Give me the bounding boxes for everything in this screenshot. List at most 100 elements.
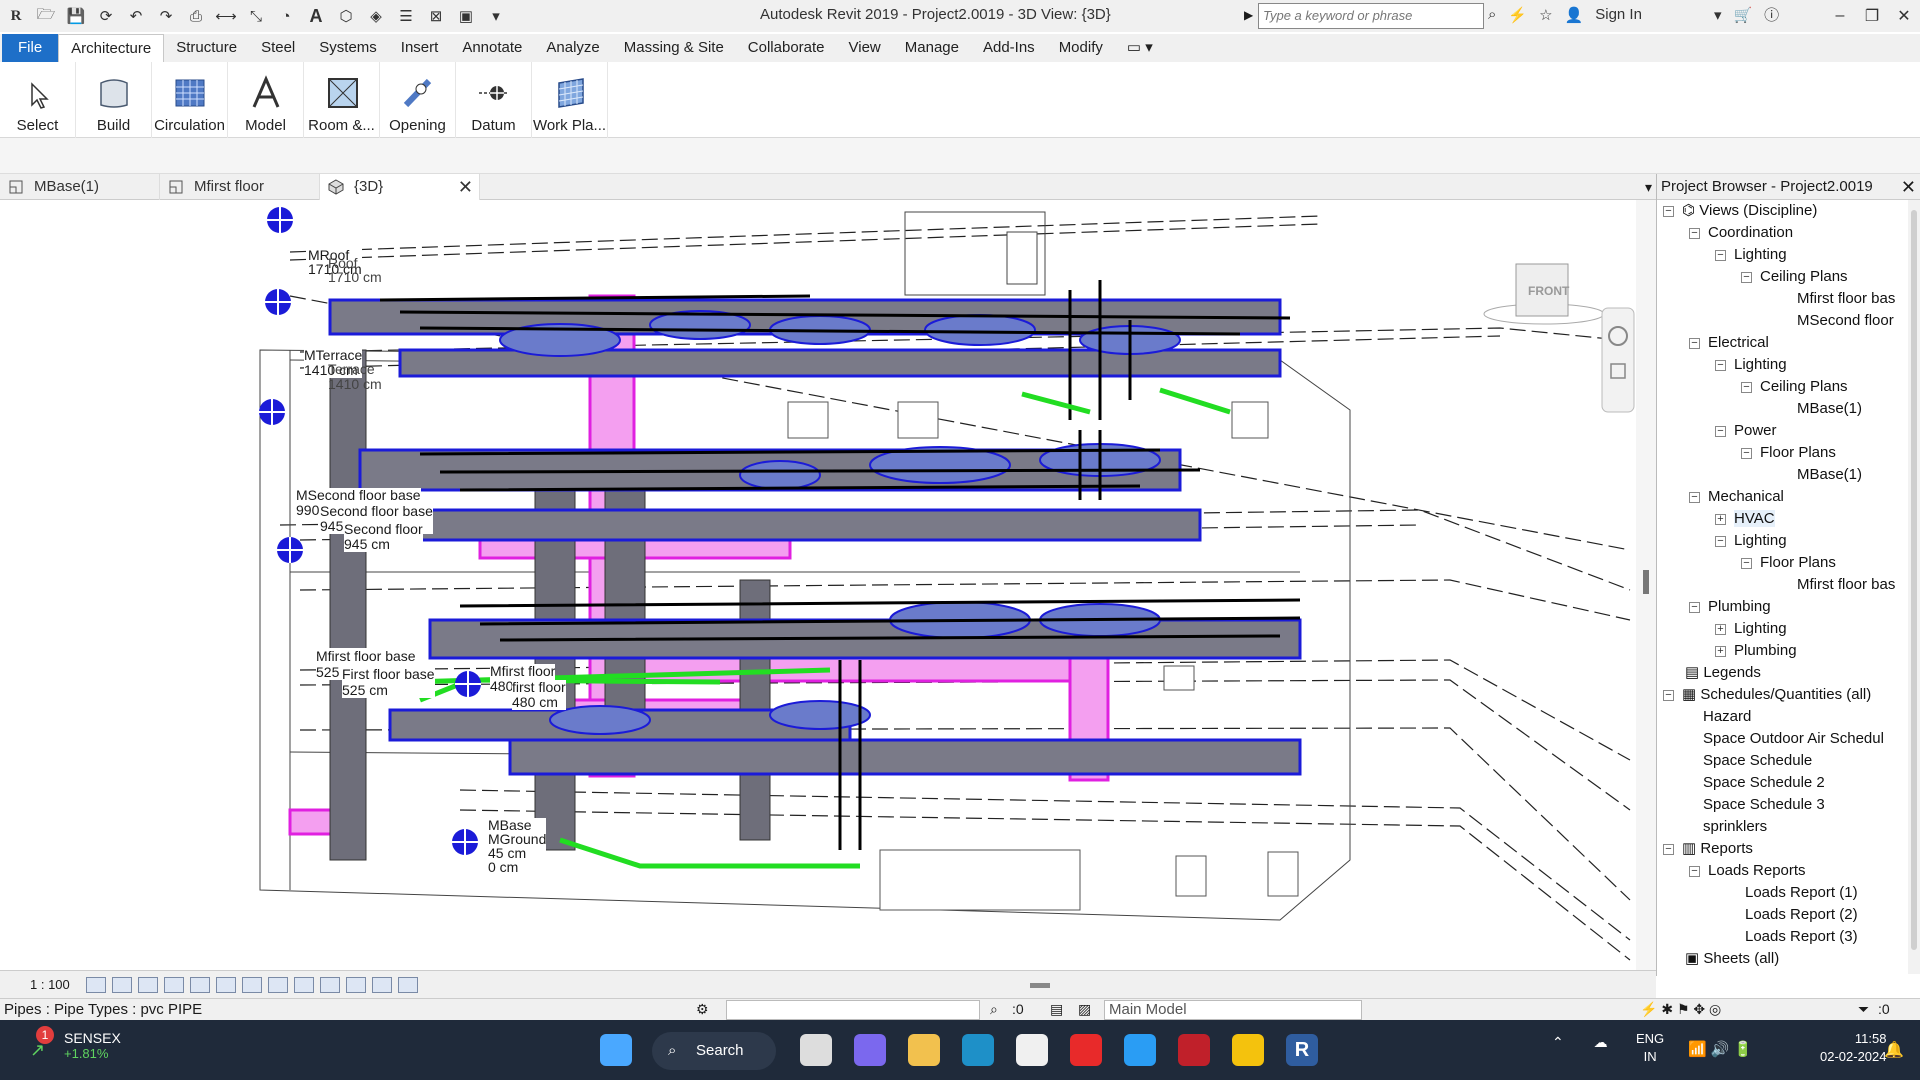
store-icon[interactable] xyxy=(1016,1034,1048,1066)
network-volume-battery-icons[interactable]: 📶 🔊 🔋 xyxy=(1688,1040,1752,1058)
edge-icon[interactable] xyxy=(962,1034,994,1066)
taskbar-search[interactable]: ⌕ Search xyxy=(652,1032,776,1070)
sun-path-icon[interactable] xyxy=(137,976,158,993)
room-area-button[interactable]: Room &... xyxy=(304,62,380,138)
tree-node-lighting[interactable]: − Lighting xyxy=(1715,244,1787,266)
tree-node-schedule[interactable]: Hazard xyxy=(1703,706,1751,728)
tree-node-hvac[interactable]: + HVAC xyxy=(1715,508,1775,530)
tab-massing-site[interactable]: Massing & Site xyxy=(612,34,736,62)
tab-file[interactable]: File xyxy=(2,34,59,62)
browser-scrollbar[interactable] xyxy=(1908,200,1920,974)
communication-icon[interactable]: ⚡ xyxy=(1508,6,1527,24)
collapse-icon[interactable]: − xyxy=(1689,865,1700,877)
lock-3d-view-icon[interactable] xyxy=(267,976,288,993)
tree-node-mechanical[interactable]: − Mechanical xyxy=(1689,486,1784,508)
collapse-icon[interactable]: − xyxy=(1741,381,1752,393)
sync-icon[interactable]: ⟳ xyxy=(96,6,116,26)
tree-node-electrical[interactable]: − Electrical xyxy=(1689,332,1769,354)
expand-arrow-icon[interactable]: ▶ xyxy=(1244,8,1253,22)
tab-analyze[interactable]: Analyze xyxy=(534,34,611,62)
tree-node-reports[interactable]: − ▥ Reports xyxy=(1663,838,1753,860)
tree-node-lighting[interactable]: − Lighting xyxy=(1715,530,1787,552)
close-browser-icon[interactable]: ✕ xyxy=(1901,174,1916,200)
render-icon[interactable] xyxy=(189,976,210,993)
tab-add-ins[interactable]: Add-Ins xyxy=(971,34,1047,62)
tree-node-view[interactable]: MBase(1) xyxy=(1797,464,1862,486)
expand-icon[interactable]: + xyxy=(1715,645,1726,657)
minimize-icon[interactable]: – xyxy=(1824,0,1856,32)
tree-node-sheets[interactable]: ▣ Sheets (all) xyxy=(1685,948,1779,970)
meet-icon[interactable] xyxy=(854,1034,886,1066)
notifications-bell-icon[interactable]: 🔔 xyxy=(1884,1040,1904,1060)
tree-node-coordination[interactable]: − Coordination xyxy=(1689,222,1793,244)
selection-toggle-icons[interactable]: ⚡ ✱ ⚑ ✥ ◎ xyxy=(1640,1001,1721,1018)
thin-lines-icon[interactable]: ☰ xyxy=(396,6,416,26)
collapse-icon[interactable]: − xyxy=(1689,491,1700,503)
sign-in-link[interactable]: Sign In xyxy=(1595,6,1642,23)
tree-node-schedule[interactable]: sprinklers xyxy=(1703,816,1767,838)
tag-icon[interactable]: ◔ xyxy=(276,6,296,26)
tree-node-legends[interactable]: ▤ Legends xyxy=(1685,662,1761,684)
editable-only-icon[interactable]: ▤ xyxy=(1050,1001,1063,1018)
collapse-icon[interactable]: − xyxy=(1689,601,1700,613)
mcafee-icon[interactable] xyxy=(1178,1034,1210,1066)
scroll-thumb[interactable] xyxy=(1643,570,1649,594)
tab-structure[interactable]: Structure xyxy=(164,34,249,62)
canvas-horizontal-scroll-thumb[interactable] xyxy=(1030,983,1050,988)
opening-button[interactable]: Opening xyxy=(380,62,456,138)
circulation-button[interactable]: Circulation xyxy=(152,62,228,138)
dimension-icon[interactable]: ⤡ xyxy=(246,6,266,26)
collapse-icon[interactable]: − xyxy=(1689,227,1700,239)
level-label-first-floor[interactable]: first floor 480 cm xyxy=(512,680,566,710)
select-button[interactable]: Select xyxy=(0,62,76,138)
view-scale[interactable]: 1 : 100 xyxy=(0,977,86,992)
binoculars-icon[interactable]: ⌕ xyxy=(1488,6,1496,23)
tree-node-lighting[interactable]: − Lighting xyxy=(1715,354,1787,376)
tree-node-views[interactable]: − ⌬ Views (Discipline) xyxy=(1663,200,1817,222)
default-3d-view-icon[interactable]: ⬡ xyxy=(336,6,356,26)
collapse-icon[interactable]: − xyxy=(1741,447,1752,459)
help-icon[interactable]: ⓘ xyxy=(1764,4,1779,25)
design-options-icon[interactable]: ⌕ xyxy=(990,1001,998,1018)
tree-node-floor-plans[interactable]: − Floor Plans xyxy=(1741,552,1836,574)
tree-node-schedule[interactable]: Space Schedule 2 xyxy=(1703,772,1825,794)
tree-node-plumbing-sub[interactable]: + Plumbing xyxy=(1715,640,1797,662)
tree-node-schedule[interactable]: Space Outdoor Air Schedul xyxy=(1703,728,1884,750)
tab-architecture[interactable]: Architecture xyxy=(58,34,165,62)
close-tab-icon[interactable]: ✕ xyxy=(458,174,473,200)
tab-list-dropdown-icon[interactable]: ▾ xyxy=(1645,174,1652,200)
measure-icon[interactable]: ⟷ xyxy=(215,6,237,26)
exclude-options-icon[interactable]: ▨ xyxy=(1078,1001,1091,1018)
collapse-icon[interactable]: − xyxy=(1741,557,1752,569)
ribbon-display-toggle[interactable]: ▭ ▾ xyxy=(1115,34,1165,62)
collapse-icon[interactable]: − xyxy=(1689,337,1700,349)
collapse-icon[interactable]: − xyxy=(1663,689,1674,701)
temp-hide-icon[interactable] xyxy=(293,976,314,993)
revit-logo-icon[interactable]: R xyxy=(6,6,26,26)
show-hidden-icons-icon[interactable]: ⌃ xyxy=(1552,1034,1564,1050)
work-plane-button[interactable]: Work Pla... xyxy=(532,62,608,138)
tree-node-plumbing[interactable]: − Plumbing xyxy=(1689,596,1771,618)
collapse-icon[interactable]: − xyxy=(1715,249,1726,261)
file-explorer-icon[interactable] xyxy=(908,1034,940,1066)
user-icon[interactable]: 👤 xyxy=(1565,6,1584,24)
tree-node-report[interactable]: Loads Report (1) xyxy=(1745,882,1858,904)
worksharing-display-icon[interactable] xyxy=(345,976,366,993)
system-clock[interactable]: 11:58 02-02-2024 xyxy=(1820,1030,1887,1066)
tree-node-ceiling-plans[interactable]: − Ceiling Plans xyxy=(1741,266,1848,288)
favorites-star-icon[interactable]: ☆ xyxy=(1539,6,1552,24)
workset-select[interactable] xyxy=(726,1000,980,1020)
detail-level-icon[interactable] xyxy=(85,976,106,993)
build-button[interactable]: Build xyxy=(76,62,152,138)
language-indicator[interactable]: ENG IN xyxy=(1636,1030,1664,1066)
tree-node-lighting[interactable]: + Lighting xyxy=(1715,618,1787,640)
account-dropdown-icon[interactable]: ▾ xyxy=(1714,6,1722,24)
visual-style-icon[interactable] xyxy=(111,976,132,993)
revit-taskbar-icon[interactable]: R xyxy=(1286,1034,1318,1066)
tab-insert[interactable]: Insert xyxy=(389,34,451,62)
customize-qat-icon[interactable]: ▾ xyxy=(486,6,506,26)
tree-node-ceiling-plans[interactable]: − Ceiling Plans xyxy=(1741,376,1848,398)
level-label-second-floor[interactable]: Second floor 945 cm xyxy=(344,522,423,552)
tree-node-report[interactable]: Loads Report (2) xyxy=(1745,904,1858,926)
start-windows-icon[interactable] xyxy=(600,1034,632,1066)
